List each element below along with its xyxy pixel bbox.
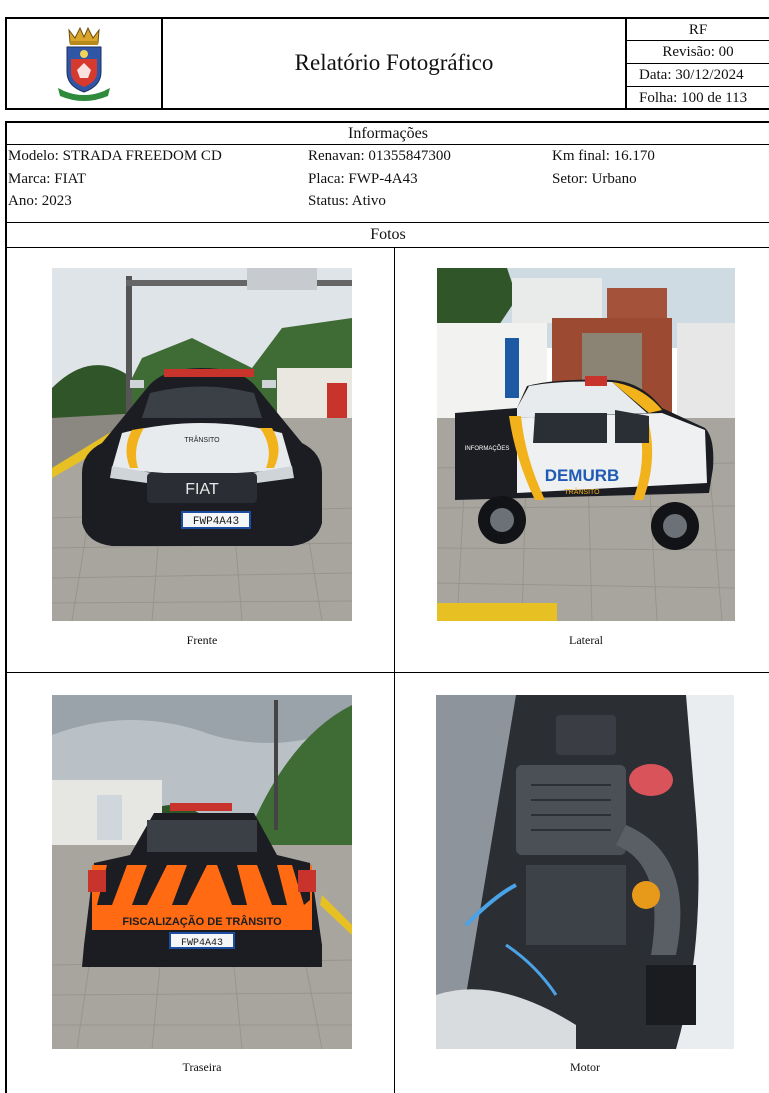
modelo-field: Modelo: STRADA FREEDOM CD [8, 148, 222, 164]
page-title: Relatório Fotográfico [294, 50, 494, 75]
caption-engine: Motor [570, 1060, 600, 1074]
km-final-field: Km final: 16.170 [552, 148, 655, 164]
rear-tailgate-text: FISCALIZAÇÃO DE TRÂNSITO [122, 915, 282, 928]
caption-rear: Traseira [182, 1060, 222, 1074]
svg-text:TRÂNSITO: TRÂNSITO [184, 435, 220, 444]
photo-side: DEMURB TRÂNSITO INFORMAÇÕES [437, 268, 735, 621]
front-plate-text: FWP4A43 [193, 516, 239, 528]
doc-code: RF [688, 21, 708, 38]
renavan-field: Renavan: 01355847300 [308, 148, 451, 164]
photo-front: TRÂNSITO FIAT FWP4A43 [52, 268, 352, 621]
photo-engine [436, 695, 734, 1049]
placa-field: Placa: FWP-4A43 [308, 171, 418, 187]
coat-of-arms-logo [55, 26, 113, 102]
status-field: Status: Ativo [308, 193, 386, 209]
info-section-title: Informações [7, 123, 769, 144]
rear-plate-text: FWP4A43 [181, 938, 223, 949]
front-brand-text: FIAT [185, 481, 219, 498]
photo-rear: FISCALIZAÇÃO DE TRÂNSITO FWP4A43 [52, 695, 352, 1049]
side-info-text: INFORMAÇÕES [465, 445, 510, 452]
side-door-subtext: TRÂNSITO [564, 487, 600, 496]
photos-section-title: Fotos [7, 223, 769, 247]
marca-field: Marca: FIAT [8, 171, 86, 187]
revision-label: Revisão: 00 [662, 43, 734, 60]
ano-field: Ano: 2023 [8, 193, 72, 209]
caption-side: Lateral [569, 633, 603, 647]
setor-field: Setor: Urbano [552, 171, 637, 187]
date-label: Data: 30/12/2024 [639, 66, 744, 83]
sheet-label: Folha: 100 de 113 [639, 89, 748, 106]
caption-front: Frente [186, 633, 218, 647]
side-door-text: DEMURB [545, 466, 620, 485]
